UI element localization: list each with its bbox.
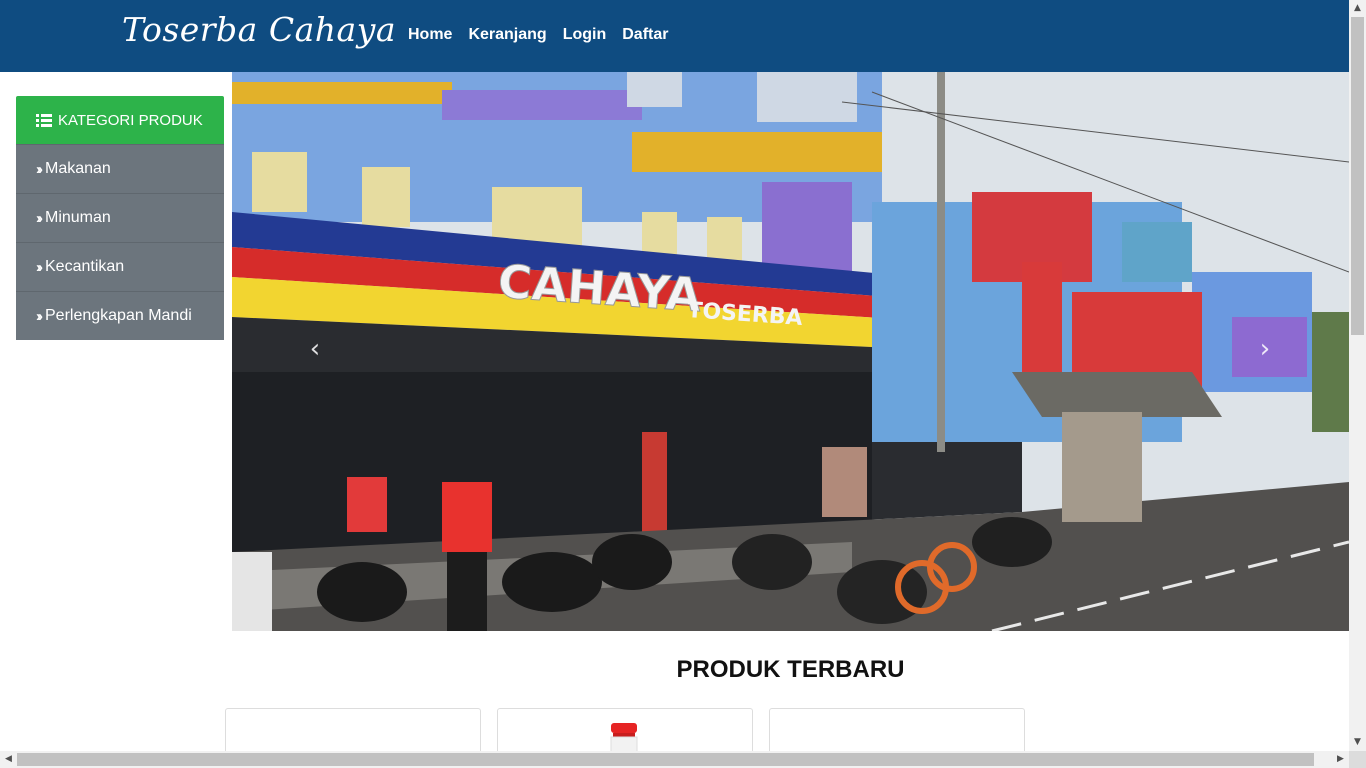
product-image	[610, 723, 638, 753]
sidebar-header: KATEGORI PRODUK	[16, 96, 224, 144]
angle-double-right-icon: ››	[36, 258, 43, 276]
nav-keranjang[interactable]: Keranjang	[460, 26, 554, 44]
sidebar-item-makanan[interactable]: ›› Makanan	[16, 144, 224, 193]
horizontal-scrollbar[interactable]: ◀ ▶	[0, 751, 1349, 768]
section-title: PRODUK TERBARU	[676, 656, 905, 683]
sidebar-item-label: Kecantikan	[45, 258, 125, 275]
scroll-right-icon[interactable]: ▶	[1332, 751, 1349, 768]
vertical-scroll-thumb[interactable]	[1351, 17, 1364, 335]
chevron-left-icon: ‹	[309, 334, 321, 364]
angle-double-right-icon: ››	[36, 160, 43, 178]
chevron-right-icon: ›	[1259, 334, 1271, 364]
sidebar-item-label: Minuman	[45, 209, 111, 226]
sidebar-header-label: KATEGORI PRODUK	[58, 111, 203, 129]
brand-logo[interactable]: Toserba Cahaya	[122, 10, 396, 49]
list-icon	[36, 113, 52, 127]
category-sidebar: KATEGORI PRODUK ›› Makanan ›› Minuman ››…	[16, 96, 224, 340]
nav-login[interactable]: Login	[555, 26, 615, 44]
navbar: Toserba Cahaya Home Keranjang Login Daft…	[0, 0, 1349, 72]
angle-double-right-icon: ››	[36, 307, 43, 325]
sidebar-item-label: Perlengkapan Mandi	[45, 307, 192, 324]
storefront-photo: CAHAYA TOSERBA	[232, 72, 1349, 631]
hero-carousel: CAHAYA TOSERBA ‹ ›	[232, 72, 1349, 631]
scroll-up-icon[interactable]: ▲	[1349, 0, 1366, 17]
sidebar-item-label: Makanan	[45, 160, 111, 177]
nav-home[interactable]: Home	[400, 26, 460, 44]
scrollbar-corner	[1349, 751, 1366, 768]
carousel-prev-button[interactable]: ‹	[300, 334, 330, 364]
scroll-left-icon[interactable]: ◀	[0, 751, 17, 768]
nav-daftar[interactable]: Daftar	[614, 26, 676, 44]
page: Toserba Cahaya Home Keranjang Login Daft…	[0, 0, 1366, 768]
vertical-scrollbar[interactable]: ▲ ▼	[1349, 0, 1366, 751]
angle-double-right-icon: ››	[36, 209, 43, 227]
horizontal-scroll-thumb[interactable]	[17, 753, 1314, 766]
carousel-next-button[interactable]: ›	[1250, 334, 1280, 364]
sidebar-item-perlengkapan-mandi[interactable]: ›› Perlengkapan Mandi	[16, 291, 224, 340]
scroll-down-icon[interactable]: ▼	[1349, 734, 1366, 751]
sidebar-item-minuman[interactable]: ›› Minuman	[16, 193, 224, 242]
sidebar-item-kecantikan[interactable]: ›› Kecantikan	[16, 242, 224, 291]
nav-links: Home Keranjang Login Daftar	[400, 26, 676, 44]
